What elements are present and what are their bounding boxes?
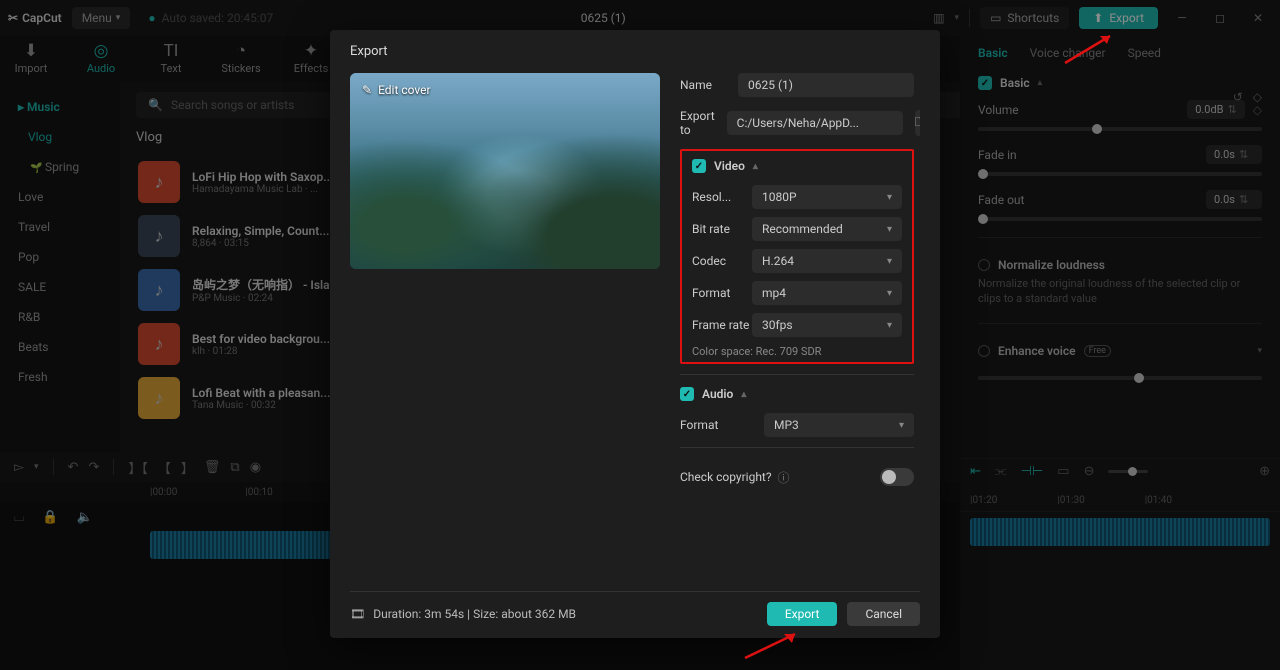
format-select[interactable]: mp4▾ xyxy=(752,281,902,305)
export-duration-info: 🎞 Duration: 3m 54s | Size: about 362 MB xyxy=(350,607,576,621)
framerate-label: Frame rate xyxy=(692,318,749,332)
pencil-icon: ✎ xyxy=(362,83,372,97)
name-input[interactable] xyxy=(738,73,914,97)
export-confirm-button[interactable]: Export xyxy=(767,602,838,626)
name-label: Name xyxy=(680,78,726,92)
edit-cover-button[interactable]: ✎ Edit cover xyxy=(362,83,431,97)
chevron-up-icon[interactable]: ▴ xyxy=(753,161,758,172)
chevron-up-icon[interactable]: ▴ xyxy=(741,389,746,400)
browse-folder-button[interactable]: 🗀 xyxy=(915,110,920,136)
cancel-button[interactable]: Cancel xyxy=(847,602,920,626)
dialog-title: Export xyxy=(350,44,920,59)
video-section-highlight: ✓ Video ▴ Resol... 1080P▾ Bit rate Recom… xyxy=(680,149,914,364)
copyright-toggle[interactable] xyxy=(880,468,914,486)
colorspace-note: Color space: Rec. 709 SDR xyxy=(692,345,902,358)
exportto-input[interactable] xyxy=(727,111,903,135)
export-dialog: Export ✎ Edit cover Name Export to 🗀 xyxy=(330,30,940,638)
checkbox-icon[interactable]: ✓ xyxy=(680,387,694,401)
bitrate-label: Bit rate xyxy=(692,222,730,236)
format-label: Format xyxy=(692,286,730,300)
exportto-label: Export to xyxy=(680,109,715,137)
cover-preview[interactable]: ✎ Edit cover xyxy=(350,73,660,269)
codec-label: Codec xyxy=(692,254,726,268)
bitrate-select[interactable]: Recommended▾ xyxy=(752,217,902,241)
film-icon: 🎞 xyxy=(350,607,365,621)
checkbox-icon[interactable]: ✓ xyxy=(692,159,706,173)
codec-select[interactable]: H.264▾ xyxy=(752,249,902,273)
help-icon[interactable]: ⓘ xyxy=(778,469,790,486)
framerate-select[interactable]: 30fps▾ xyxy=(752,313,902,337)
resolution-label: Resol... xyxy=(692,190,731,204)
folder-icon: 🗀 xyxy=(915,113,920,134)
audio-format-select[interactable]: MP3▾ xyxy=(764,413,914,437)
resolution-select[interactable]: 1080P▾ xyxy=(752,185,902,209)
video-section-header: ✓ Video ▴ xyxy=(692,159,902,173)
audio-format-label: Format xyxy=(680,418,718,432)
audio-section-header: ✓ Audio ▴ xyxy=(680,387,914,401)
copyright-label: Check copyright? xyxy=(680,470,772,484)
